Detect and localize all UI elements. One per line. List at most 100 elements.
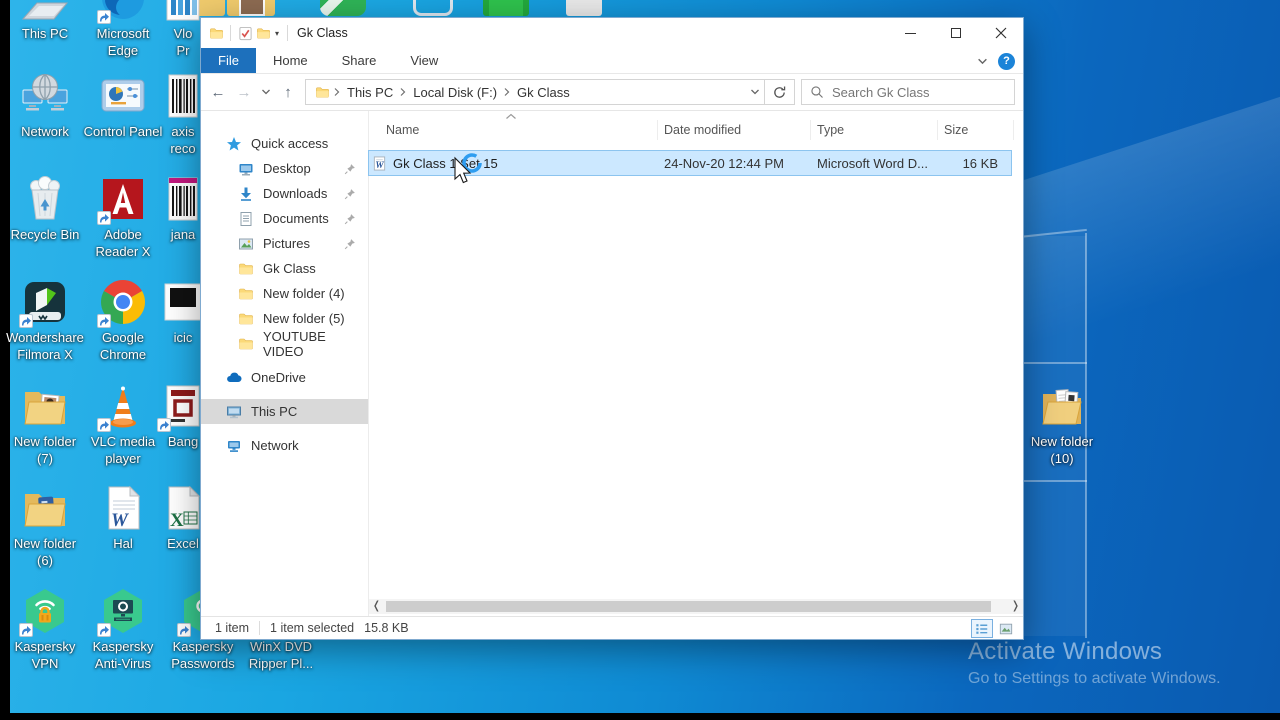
sidebar-item-this-pc[interactable]: This PC [201,399,368,424]
sidebar-item-new-folder-4-[interactable]: New folder (4) [201,281,368,306]
desktop-icon-cut-phone[interactable] [413,0,453,16]
sidebar-item-downloads[interactable]: Downloads [201,181,368,206]
close-button[interactable] [978,19,1023,48]
desktop-icon-cut-folder-photo[interactable] [227,0,275,16]
large-icons-view-icon [999,622,1013,636]
desktop-icon-label: Excel [167,536,199,551]
address-bar[interactable]: This PC Local Disk (F:) Gk Class [305,79,765,105]
properties-qat-icon[interactable] [236,25,254,41]
large-icons-view-button[interactable] [995,619,1017,638]
tab-share[interactable]: Share [325,48,394,73]
network-icon [226,438,242,454]
folder-photo-glyph [21,382,69,430]
search-box[interactable]: Search Gk Class [801,79,1015,105]
selection-size: 15.8 KB [364,621,409,635]
horizontal-scrollbar[interactable]: ❬ ❭ [369,599,1023,614]
documents-icon [238,211,254,227]
scroll-left-icon[interactable]: ❬ [369,599,384,614]
cpanel-glyph [99,72,147,120]
sidebar-item-label: Documents [263,211,329,226]
titlebar[interactable]: ▾ Gk Class [201,18,1023,48]
file-size: 16 KB [962,155,998,171]
search-icon [810,85,824,99]
desktop-icon-label: Recycle Bin [10,227,80,242]
sidebar-item-label: Pictures [263,236,310,251]
desktop-icon-kaspersky-vpn[interactable]: Kaspersky VPN [7,587,83,672]
desktop-icon-new-folder-6[interactable]: New folder (6) [7,484,83,569]
file-row[interactable]: Gk Class 1 Set 15 24-Nov-20 12:44 PM Micro… [368,150,1012,176]
breadcrumb-separator-icon [333,87,341,97]
sidebar-item-new-folder-5-[interactable]: New folder (5) [201,306,368,331]
breadcrumb-separator-icon [503,87,511,97]
breadcrumb-segment[interactable]: Local Disk (F:) [409,85,501,100]
activation-watermark: Activate Windows Go to Settings to activ… [968,638,1221,688]
sidebar-item-label: New folder (5) [263,311,345,326]
column-header-date-modified[interactable]: Date modified [658,120,811,140]
breadcrumb-segment[interactable]: This PC [343,85,397,100]
qat-dropdown-icon[interactable]: ▾ [275,29,279,38]
column-header-size[interactable]: Size [938,120,1014,140]
desktop-icon-label: Adobe Reader X [95,227,151,259]
breadcrumb-separator-icon [399,87,407,97]
address-folder-icon [313,84,331,100]
scrollbar-thumb[interactable] [386,601,992,612]
ribbon-collapse-icon[interactable] [977,57,988,66]
tab-file[interactable]: File [201,48,256,73]
new-folder-qat-icon[interactable] [254,25,272,41]
desktop-icon-wondershare-filmora-x[interactable]: Wondershare Filmora X [6,278,84,363]
sidebar-item-pictures[interactable]: Pictures [201,231,368,256]
desktop-icon-label: New folder (10) [1030,434,1094,466]
maximize-button[interactable] [933,19,978,48]
desktop-icon-cut-wps[interactable] [320,0,366,16]
search-placeholder: Search Gk Class [832,84,930,100]
explorer-folder-icon [207,25,225,41]
sidebar-item-gk-class[interactable]: Gk Class [201,256,368,281]
desktop-icon-this-pc[interactable]: This PC [7,0,83,42]
column-headers: Name Date modified Type Size [369,117,1023,143]
desktop-icon-label: Hal [113,536,133,551]
refresh-button[interactable] [765,79,795,105]
tab-home[interactable]: Home [256,48,325,73]
breadcrumb-segment[interactable]: Gk Class [513,85,574,100]
details-view-icon [975,622,989,636]
up-button[interactable]: ↑ [275,79,301,105]
pin-icon [344,188,356,200]
tab-view[interactable]: View [393,48,455,73]
recycle-glyph [21,175,69,223]
minimize-button[interactable] [888,19,933,48]
sidebar-item-label: New folder (4) [263,286,345,301]
column-header-name[interactable]: Name [369,120,658,140]
address-dropdown-icon[interactable] [750,88,760,96]
sidebar-item-quick-access[interactable]: Quick access [201,131,368,156]
desktop-icon-recycle-bin[interactable]: Recycle Bin [7,175,83,243]
sidebar-item-youtube-video[interactable]: YOUTUBE VIDEO [201,329,368,359]
back-button[interactable]: ← [205,79,231,105]
sidebar-item-label: Gk Class [263,261,316,276]
close-icon [995,27,1007,39]
desktop: This PC Microsoft Edge Vlo Pr Network Control … [0,0,1280,720]
forward-button[interactable]: → [231,79,257,105]
sidebar-item-desktop[interactable]: Desktop [201,156,368,181]
recent-locations-icon[interactable] [257,79,275,105]
desktop-icon-kaspersky-anti-virus[interactable]: Kaspersky Anti-Virus [85,587,161,672]
pin-icon [344,238,356,250]
desktop-icon-label: icic [173,330,193,345]
sidebar-item-onedrive[interactable]: OneDrive [201,365,368,390]
selection-count: 1 item selected [270,621,355,635]
desktop-icon-cut-film[interactable] [483,0,529,16]
folder-docs-glyph [1038,382,1086,430]
details-view-button[interactable] [971,619,993,638]
divider [287,25,289,41]
column-header-type[interactable]: Type [811,120,938,140]
sidebar-item-documents[interactable]: Documents [201,206,368,231]
scrollbar-track[interactable] [384,599,1008,614]
sidebar-item-network[interactable]: Network [201,433,368,458]
pin-icon [344,163,356,175]
desktop-icon-new-folder-7[interactable]: New folder (7) [7,382,83,467]
help-icon[interactable]: ? [998,52,1015,70]
scroll-right-icon[interactable]: ❭ [1008,599,1023,614]
desktop-icon-new-folder-10[interactable]: New folder (10) [1024,382,1100,467]
shortcut-arrow-icon [157,418,171,432]
desktop-icon-cut-colorful[interactable] [566,0,602,16]
desktop-icon-network[interactable]: Network [7,72,83,140]
